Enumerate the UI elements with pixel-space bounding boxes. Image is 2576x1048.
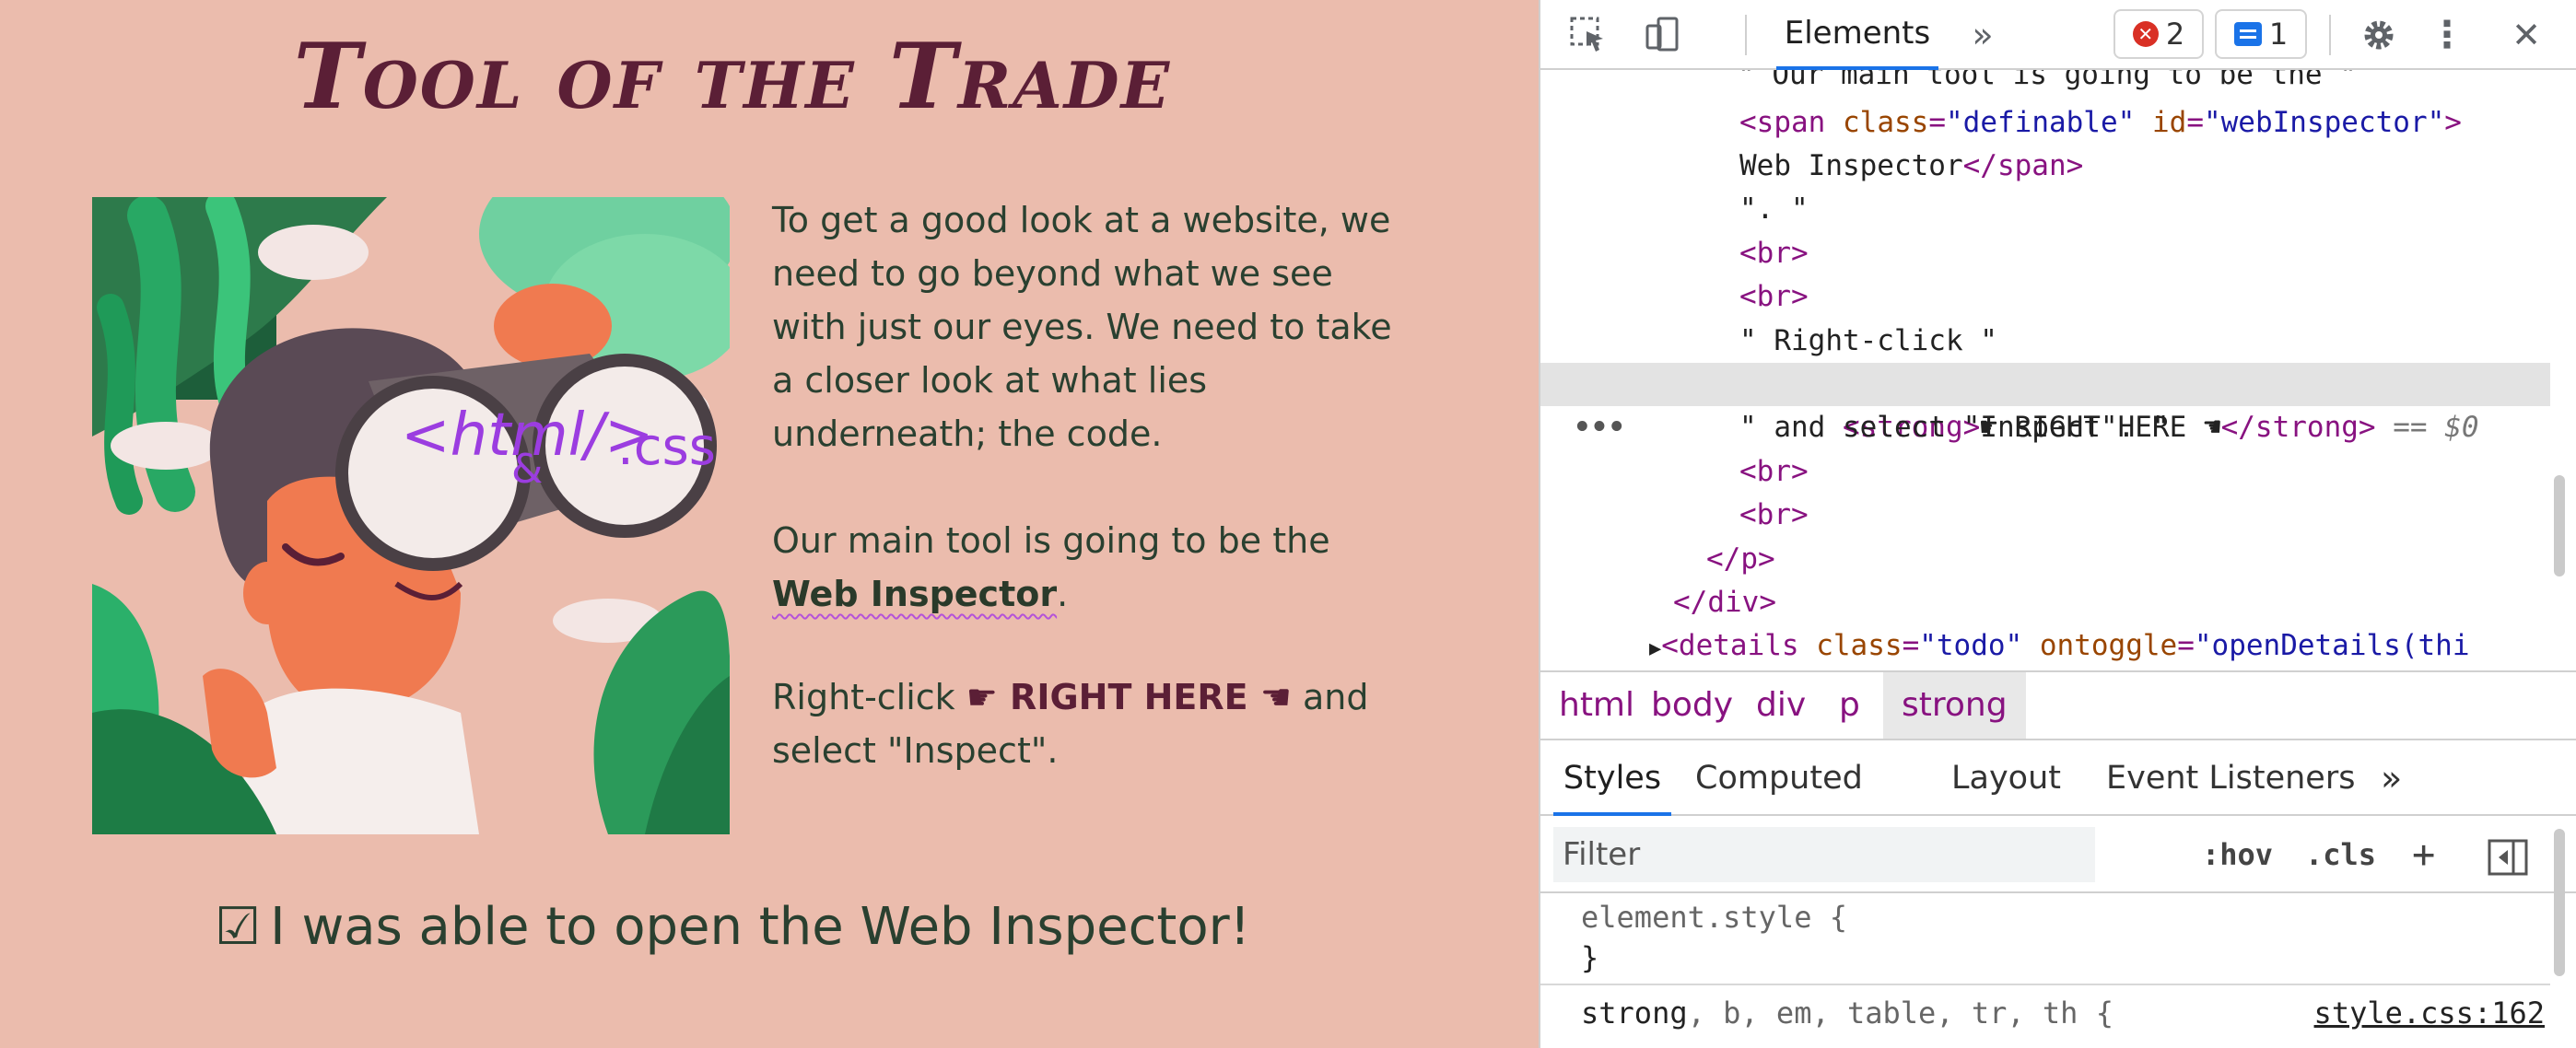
error-count-badge[interactable]: ✕ 2 — [2113, 9, 2204, 59]
more-options-icon[interactable]: ⋮ — [2427, 0, 2467, 70]
dom-node-details[interactable]: ▶<details class="todo" ontoggle="openDet… — [1540, 624, 2550, 668]
stylesheet-link[interactable]: style.css:162 — [2314, 993, 2545, 1033]
main-tool-paragraph: Our main tool is going to be the Web Ins… — [772, 514, 1417, 621]
main-tool-text: Our main tool is going to be the — [772, 520, 1330, 561]
close-icon[interactable]: ✕ — [2499, 0, 2554, 70]
dom-node-strong-selected[interactable]: ••• <strong>☛ RIGHT HERE ☚</strong> == $0 — [1540, 363, 2550, 444]
web-inspector-link[interactable]: Web Inspector — [772, 574, 1057, 614]
todo-details[interactable]: ☑ I was able to open the Web Inspector! — [0, 897, 1465, 957]
styles-pane-tabs: Styles Computed Layout Event Listeners » — [1540, 740, 2576, 816]
css-rules: element.style { } strong, b, em, table, … — [1540, 829, 2576, 1048]
period-text: . — [1057, 574, 1069, 614]
right-click-paragraph: Right-click ☛ RIGHT HERE ☚ and select "I… — [772, 670, 1417, 777]
toolbar-separator — [1745, 15, 1747, 55]
right-here-target[interactable]: ☛ RIGHT HERE ☚ — [966, 677, 1292, 717]
gear-icon[interactable] — [2351, 0, 2406, 70]
breadcrumb-body[interactable]: body — [1633, 672, 1751, 739]
breadcrumb-strong[interactable]: strong — [1883, 672, 2026, 739]
tab-elements[interactable]: Elements — [1776, 0, 1938, 70]
dom-node-text[interactable]: ". " — [1540, 188, 2550, 231]
message-count-badge[interactable]: 1 — [2215, 9, 2307, 59]
right-click-text: Right-click — [772, 677, 966, 717]
dom-node-br[interactable]: <br> — [1540, 494, 2550, 537]
dom-tree-scrollbar[interactable] — [2554, 475, 2565, 576]
tab-event-listeners[interactable]: Event Listeners — [2106, 740, 2355, 816]
devtools-toolbar: Elements » ✕ 2 1 ⋮ ✕ — [1540, 0, 2576, 70]
hover-state-button[interactable]: :hov — [2202, 827, 2273, 882]
error-icon: ✕ — [2132, 21, 2159, 47]
todo-checkbox[interactable]: ☑ — [215, 897, 261, 957]
expand-arrow-icon[interactable]: ▶ — [1649, 637, 1661, 660]
dom-node-text[interactable]: " Our main tool is going to be the " — [1540, 70, 2550, 97]
message-icon — [2233, 22, 2262, 46]
message-count: 1 — [2268, 17, 2289, 52]
dom-tree: " Our main tool is going to be the " <sp… — [1540, 70, 2576, 669]
toolbar-separator — [2329, 15, 2331, 55]
dom-node-br[interactable]: <br> — [1540, 275, 2550, 319]
strong-rule-selector[interactable]: strong, b, em, table, tr, th { — [1581, 993, 2113, 1033]
dom-node-close-p[interactable]: </p> — [1540, 538, 2550, 581]
rule-divider — [1540, 984, 2550, 985]
dom-node-text[interactable]: " and select "Inspect". " — [1540, 406, 2550, 449]
intro-paragraph: To get a good look at a website, we need… — [772, 200, 1392, 454]
styles-filter-bar: :hov .cls + — [1540, 816, 2576, 893]
dom-node-span[interactable]: <span class="definable" id="webInspector… — [1540, 101, 2550, 145]
dom-node-close-div[interactable]: </div> — [1540, 581, 2550, 624]
element-style-rule[interactable]: element.style { — [1581, 897, 1847, 937]
todo-label: I was able to open the Web Inspector! — [270, 897, 1251, 957]
filter-input[interactable] — [1553, 827, 2095, 882]
web-page: Tool of the Trade <html/> & .css To get … — [0, 0, 1539, 1048]
error-count: 2 — [2165, 17, 2185, 52]
element-style-close: } — [1581, 940, 1599, 975]
dom-node-text[interactable]: " Right-click " — [1540, 320, 2550, 363]
class-toggle-button[interactable]: .cls — [2305, 827, 2376, 882]
breadcrumb-p[interactable]: p — [1821, 672, 1879, 739]
more-tabs-button[interactable]: » — [1955, 0, 2010, 70]
more-panes-button[interactable]: » — [2381, 740, 2402, 816]
tab-computed[interactable]: Computed — [1695, 740, 1863, 816]
page-title: Tool of the Trade — [293, 24, 1172, 130]
dom-node-br[interactable]: <br> — [1540, 232, 2550, 275]
devtools-panel: Elements » ✕ 2 1 ⋮ ✕ " Our main tool is … — [1539, 0, 2576, 1048]
dom-node-br[interactable]: <br> — [1540, 450, 2550, 494]
illustration-svg: <html/> & .css — [92, 197, 730, 834]
dom-node-span-content[interactable]: Web Inspector</span> — [1540, 145, 2550, 188]
sidebar-toggle-icon[interactable] — [2488, 838, 2528, 876]
css-text: .css — [617, 417, 716, 477]
tab-layout[interactable]: Layout — [1951, 740, 2061, 816]
ampersand-text: & — [511, 446, 543, 493]
tab-styles[interactable]: Styles — [1553, 740, 1671, 816]
breadcrumb: html body div p strong — [1540, 670, 2576, 740]
binoculars-illustration: <html/> & .css — [92, 197, 730, 834]
inspect-element-icon[interactable] — [1553, 0, 1623, 70]
new-rule-button[interactable]: + — [2412, 827, 2435, 882]
styles-scrollbar[interactable] — [2554, 829, 2565, 976]
breadcrumb-div[interactable]: div — [1738, 672, 1824, 739]
device-toolbar-icon[interactable] — [1627, 0, 1697, 70]
